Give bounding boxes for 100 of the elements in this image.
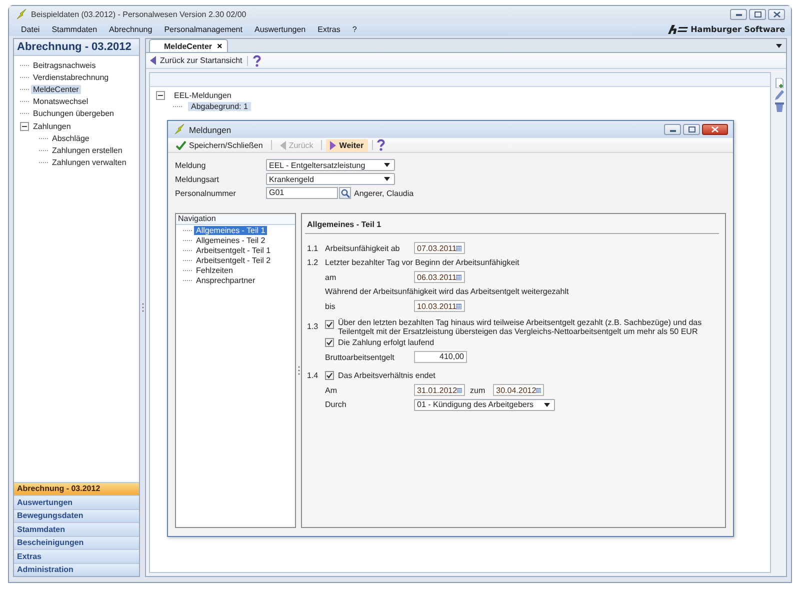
field-label: zum <box>470 386 486 395</box>
close-button[interactable] <box>768 8 785 20</box>
tree-item[interactable]: Buchungen übergeben <box>31 109 116 118</box>
tree-item[interactable]: Zahlungen verwalten <box>50 158 128 168</box>
field-label: Durch <box>325 400 348 410</box>
new-document-icon[interactable] <box>775 78 784 88</box>
date-field[interactable]: 06.03.2011 <box>414 271 465 284</box>
menu-item[interactable]: Datei <box>15 22 46 36</box>
menu-item[interactable]: Personalmanagement <box>158 22 248 36</box>
tab-label[interactable]: MeldeCenter <box>164 42 212 50</box>
close-tab-button[interactable]: × <box>217 42 222 50</box>
pencil-icon[interactable] <box>775 90 784 100</box>
help-icon[interactable] <box>376 139 385 151</box>
checkbox-label: Über den letzten bezahlten Tag hinaus wird teilweise Arbeitsentgelt gezahlt (z.B. Sachbezüge) und das Teilentgelt mit der Ersatzleistung übersteigen das Vergleichs-Nettoarbeitsentgelt um mehr als 50 EUR <box>338 318 703 336</box>
dropdown-arrow-icon <box>384 163 390 167</box>
close-icon <box>772 10 780 18</box>
dropdown[interactable]: EEL - Entgeltersatzleistung <box>266 159 395 171</box>
help-icon[interactable] <box>253 54 262 66</box>
calendar-icon[interactable] <box>456 244 462 253</box>
navigation-item[interactable]: Ansprechpartner <box>194 276 258 284</box>
collapse-icon[interactable] <box>20 122 29 131</box>
menu-item[interactable]: Extras <box>312 22 346 36</box>
date-field[interactable]: 30.04.2012 <box>493 384 544 396</box>
calendar-icon[interactable] <box>536 386 542 395</box>
lightning-icon <box>15 8 27 20</box>
input-field[interactable]: 410,00 <box>414 351 467 364</box>
navigation-bar[interactable]: Extras <box>14 549 139 562</box>
window-title: Beispieldaten (03.2012) - Personalwesen Version 2.30 02/00 <box>31 10 246 18</box>
collapse-icon[interactable] <box>156 91 165 100</box>
input-field[interactable]: G01 <box>266 187 338 199</box>
dropdown-arrow-icon[interactable] <box>776 44 782 48</box>
tree-item[interactable]: Beitragsnachweis <box>31 60 98 70</box>
tree-item[interactable]: Monatswechsel <box>31 97 90 106</box>
maximize-icon <box>754 10 762 18</box>
date-field[interactable]: 31.01.2012 <box>414 384 465 396</box>
navigation-bar[interactable]: Abrechnung - 03.2012 <box>14 482 139 495</box>
date-field[interactable]: 07.03.2011 <box>414 242 465 254</box>
dropdown[interactable]: Krankengeld <box>266 173 395 185</box>
next-button[interactable]: Weiter <box>326 138 368 152</box>
navigation-item[interactable]: Arbeitsentgelt - Teil 2 <box>194 256 273 264</box>
back-arrow-icon <box>280 140 286 150</box>
minimize-button[interactable] <box>664 124 681 135</box>
search-button[interactable] <box>339 187 351 199</box>
back-arrow-icon <box>150 56 156 65</box>
dropdown[interactable]: 01 - Kündigung des Arbeitgebers <box>414 398 555 411</box>
maximize-button[interactable] <box>683 124 700 135</box>
navigation-item[interactable]: Fehlzeiten <box>194 266 235 274</box>
field-label: Personalnummer <box>175 188 237 198</box>
navigation-bar[interactable]: Stammdaten <box>14 522 139 536</box>
date-field[interactable]: 10.03.2011 <box>414 300 465 312</box>
dropdown-arrow-icon <box>384 177 390 181</box>
sidebar-title: Abrechnung - 03.2012 <box>14 39 139 56</box>
close-icon <box>711 126 719 133</box>
menu-item[interactable]: Auswertungen <box>248 22 312 36</box>
dropdown-arrow-icon <box>544 402 550 407</box>
save-button[interactable]: Speichern/Schließen <box>172 138 267 152</box>
navigation-bar[interactable]: Auswertungen <box>14 495 139 508</box>
menu-item[interactable]: Stammdaten <box>46 22 104 36</box>
tree-item[interactable]: Abschläge <box>50 134 92 143</box>
tree-node[interactable]: EEL-Meldungen <box>171 91 234 100</box>
minimize-button[interactable] <box>730 8 747 20</box>
tree-item[interactable]: Zahlungen <box>31 122 73 131</box>
field-label: Letzter bezahlter Tag vor Beginn der Arbeitsunfähigkeit <box>325 258 520 268</box>
section-number: 1.1 <box>307 244 318 253</box>
calendar-icon[interactable] <box>456 302 462 311</box>
calendar-icon[interactable] <box>457 386 462 395</box>
section-number: 1.4 <box>307 371 318 380</box>
navigation-item[interactable]: Allgemeines - Teil 2 <box>194 236 268 244</box>
navigation-bar[interactable]: Bewegungsdaten <box>14 508 139 522</box>
back-button[interactable]: Zurück zur Startansicht <box>150 56 242 65</box>
maximize-icon <box>688 126 696 133</box>
tab[interactable]: MeldeCenter × <box>149 39 228 52</box>
field-label: Arbeitsunfähigkeit ab <box>325 244 401 253</box>
panel-title: Navigation <box>176 214 295 225</box>
navigation-bar[interactable]: Bescheinigungen <box>14 536 139 549</box>
tree-item[interactable]: MeldeCenter <box>31 84 81 94</box>
maximize-button[interactable] <box>749 8 766 20</box>
checkbox[interactable] <box>325 370 334 380</box>
trash-icon[interactable] <box>775 102 784 112</box>
field-label: bis <box>325 302 336 311</box>
navigation-item[interactable]: Arbeitsentgelt - Teil 1 <box>194 246 273 254</box>
navigation-bar[interactable]: Administration <box>14 562 139 576</box>
field-label: Meldungsart <box>175 174 220 184</box>
tree-item[interactable]: Verdienstabrechnung <box>31 72 111 82</box>
calendar-icon[interactable] <box>456 272 462 282</box>
forward-arrow-icon <box>330 140 336 150</box>
close-button[interactable] <box>702 124 728 135</box>
navigation-item[interactable]: Allgemeines - Teil 1 <box>194 226 268 234</box>
section-title: Allgemeines - Teil 1 <box>305 214 719 234</box>
checkbox[interactable] <box>325 338 334 346</box>
menu-item[interactable]: ? <box>346 22 363 36</box>
checkbox-label: Die Zahlung erfolgt laufend <box>338 338 434 348</box>
dialog-title: Meldungen <box>189 124 232 134</box>
tree-item[interactable]: Zahlungen erstellen <box>50 146 124 155</box>
checkmark-icon <box>176 140 186 150</box>
section-number: 1.3 <box>307 322 318 331</box>
tree-node[interactable]: Abgabegrund: 1 <box>188 102 251 111</box>
checkbox[interactable] <box>325 320 334 328</box>
field-label: Bruttoarbeitsentgelt <box>325 352 396 362</box>
menu-item[interactable]: Abrechnung <box>103 22 158 36</box>
